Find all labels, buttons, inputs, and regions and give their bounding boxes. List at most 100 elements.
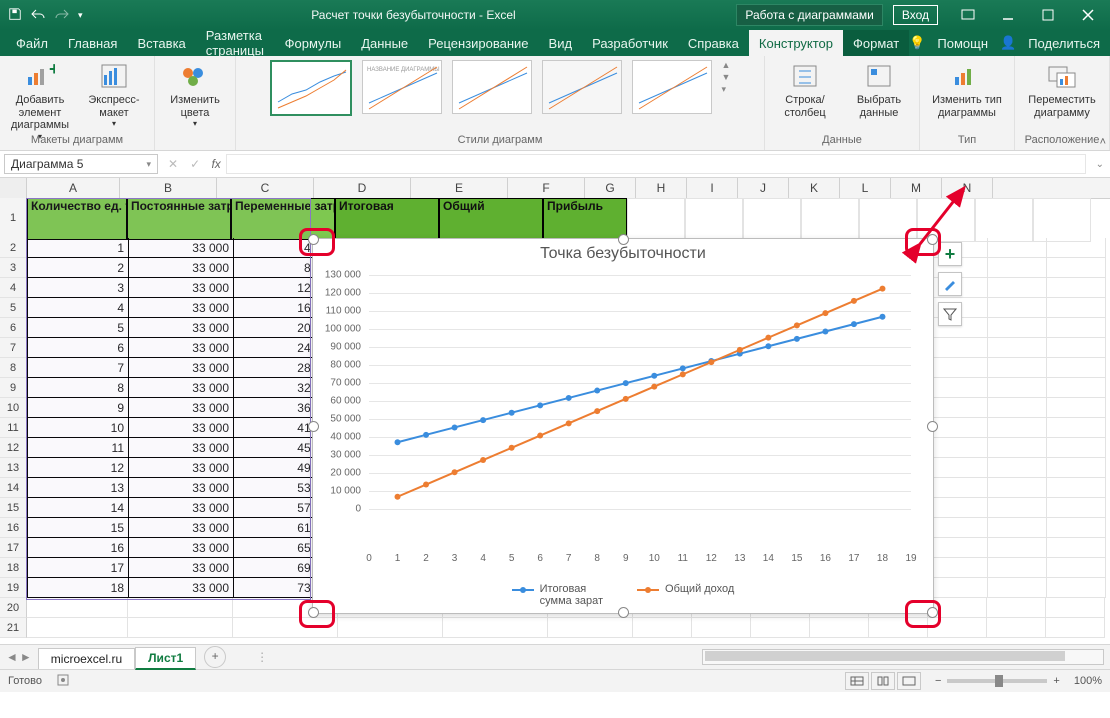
zoom-in-icon[interactable]: + [1053,675,1059,687]
chart-styles-gallery[interactable]: НАЗВАНИЕ ДИАГРАММЫ ▲▼▾ [270,60,731,126]
change-colors-button[interactable]: Изменить цвета▾ [163,60,227,128]
sheet-tab[interactable]: microexcel.ru [38,648,135,669]
column-header[interactable]: K [789,178,840,198]
page-layout-view-icon[interactable] [871,672,895,690]
column-header[interactable]: M [891,178,942,198]
sheet-tab[interactable]: Лист1 [135,647,196,670]
chart-object[interactable]: Точка безубыточности 010 00020 00030 000… [312,238,934,614]
redo-icon[interactable] [54,7,70,24]
gallery-up-icon[interactable]: ▲ [722,60,731,70]
new-sheet-button[interactable]: + [204,646,226,668]
expand-formula-icon[interactable]: ⌄ [1090,159,1110,170]
window-title: Расчет точки безубыточности - Excel [91,8,737,22]
change-chart-type-button[interactable]: Изменить тип диаграммы [928,60,1006,119]
column-header[interactable]: J [738,178,789,198]
save-icon[interactable] [8,7,22,24]
gallery-down-icon[interactable]: ▼ [722,72,731,82]
chart-elements-button[interactable]: + [938,242,962,266]
macro-record-icon[interactable] [56,673,70,690]
sheet-nav-next-icon[interactable]: ► [20,650,32,664]
close-icon[interactable] [1070,2,1106,28]
undo-icon[interactable] [30,7,46,24]
view-buttons [845,672,921,690]
group-change-colors: Изменить цвета▾ [155,56,236,150]
group-chart-styles: НАЗВАНИЕ ДИАГРАММЫ ▲▼▾ Стили диаграмм [236,56,765,150]
move-chart-button[interactable]: Переместить диаграмму [1023,60,1101,119]
ribbon: + Добавить элемент диаграммы▾ Экспресс- … [0,56,1110,151]
column-header[interactable]: H [636,178,687,198]
column-header[interactable]: D [314,178,411,198]
quick-layout-button[interactable]: Экспресс- макет▾ [82,60,146,128]
zoom-controls: − + 100% [935,675,1102,687]
tab-file[interactable]: Файл [6,30,58,56]
group-chart-layouts: + Добавить элемент диаграммы▾ Экспресс- … [0,56,155,150]
tab-home[interactable]: Главная [58,30,127,56]
tell-me-icon[interactable]: 💡 [909,35,925,51]
column-header[interactable]: L [840,178,891,198]
group-location: Переместить диаграмму Расположение [1015,56,1110,150]
gallery-more-icon[interactable]: ▾ [722,84,731,95]
maximize-icon[interactable] [1030,2,1066,28]
enter-icon[interactable]: ✓ [184,157,206,171]
tab-formulas[interactable]: Формулы [275,30,352,56]
status-bar: Готово − + 100% [0,669,1110,692]
column-header[interactable]: G [585,178,636,198]
status-ready: Готово [8,675,42,687]
ribbon-tabs: Файл Главная Вставка Разметка страницы Ф… [0,30,1110,56]
formula-input[interactable] [226,154,1085,174]
collapse-ribbon-icon[interactable]: ˄ [1100,136,1106,148]
column-header[interactable]: I [687,178,738,198]
sheet-tab-bar: ◄► microexcel.ru Лист1 + ⋮ [0,644,1110,669]
group-type: Изменить тип диаграммы Тип [920,56,1015,150]
sign-in-button[interactable]: Вход [893,5,938,25]
share-label[interactable]: Поделиться [1028,36,1100,51]
switch-row-column-button[interactable]: Строка/ столбец [773,60,837,119]
normal-view-icon[interactable] [845,672,869,690]
tab-data[interactable]: Данные [351,30,418,56]
qat-customize-icon[interactable]: ▾ [78,10,83,21]
column-header[interactable]: E [411,178,508,198]
page-break-view-icon[interactable] [897,672,921,690]
select-all-corner[interactable] [0,178,27,198]
worksheet-grid[interactable]: ABCDEFGHIJKLMN 1Количество ед. товараПос… [0,178,1110,644]
tab-help[interactable]: Справка [678,30,749,56]
chart-filters-button[interactable] [938,302,962,326]
zoom-out-icon[interactable]: − [935,675,941,687]
horizontal-scrollbar[interactable] [702,649,1104,665]
minimize-icon[interactable] [990,2,1026,28]
tell-me-label[interactable]: Помощн [937,36,988,51]
sheet-nav-prev-icon[interactable]: ◄ [6,650,18,664]
tab-insert[interactable]: Вставка [127,30,195,56]
chart-y-axis: 010 00020 00030 00040 00050 00060 00070 … [313,275,365,549]
title-bar: ▾ Расчет точки безубыточности - Excel Ра… [0,0,1110,30]
column-header[interactable]: F [508,178,585,198]
quick-access-toolbar: ▾ [0,7,91,24]
tab-pagelayout[interactable]: Разметка страницы [196,30,275,56]
cancel-icon[interactable]: ✕ [162,157,184,171]
column-header[interactable]: N [942,178,993,198]
select-data-button[interactable]: Выбрать данные [847,60,911,119]
column-header[interactable]: C [217,178,314,198]
chart-styles-button[interactable] [938,272,962,296]
ribbon-display-icon[interactable] [950,2,986,28]
tab-design[interactable]: Конструктор [749,30,843,56]
tab-view[interactable]: Вид [539,30,583,56]
add-chart-element-button[interactable]: + Добавить элемент диаграммы▾ [8,60,72,141]
chart-x-axis: 123456789101112131415161718019 [369,553,911,569]
chart-side-buttons: + [938,242,962,326]
column-header[interactable]: B [120,178,217,198]
chart-plot-area[interactable] [369,275,911,549]
tab-format[interactable]: Формат [843,30,909,56]
svg-text:+: + [49,63,55,79]
group-data: Строка/ столбец Выбрать данные Данные [765,56,920,150]
chart-tools-context: Работа с диаграммами [736,4,883,26]
zoom-level[interactable]: 100% [1074,675,1102,687]
chart-legend[interactable]: Итоговая сумма зарат Общий доход [313,583,933,607]
tab-review[interactable]: Рецензирование [418,30,538,56]
zoom-slider[interactable] [947,679,1047,683]
column-header[interactable]: A [27,178,120,198]
fx-icon[interactable]: fx [206,157,226,171]
tab-developer[interactable]: Разработчик [582,30,678,56]
name-box[interactable]: Диаграмма 5▾ [4,154,158,174]
share-icon[interactable]: 👤 [1000,35,1016,51]
